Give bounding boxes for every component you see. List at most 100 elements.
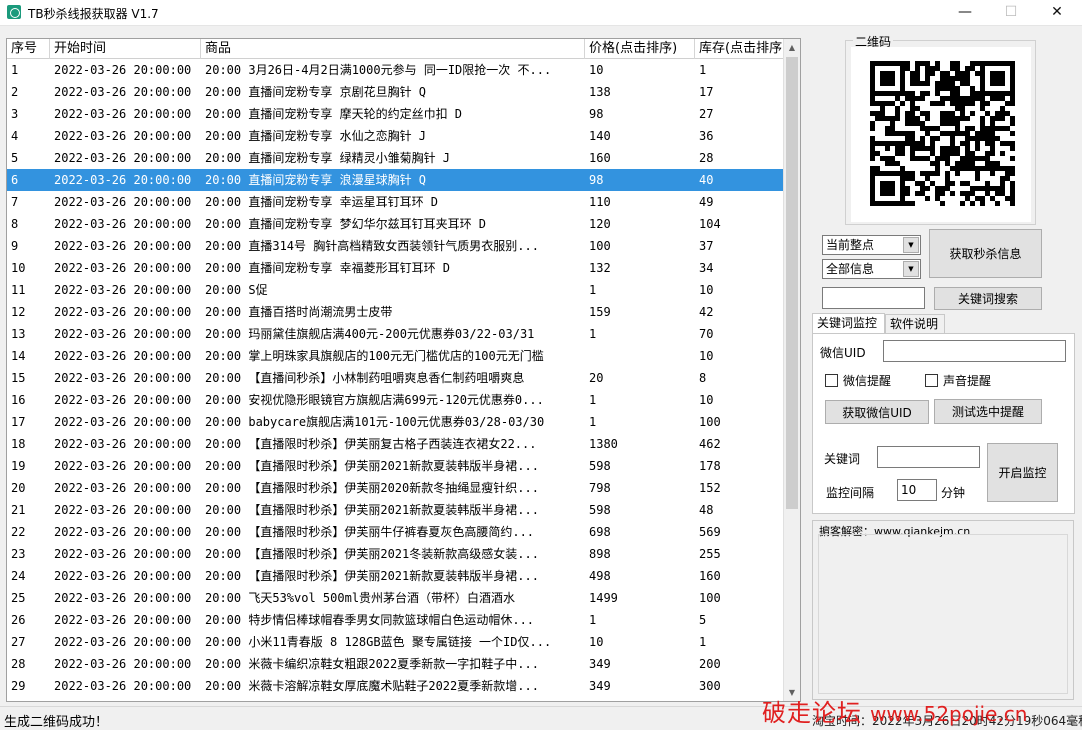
cell-stock: 42 xyxy=(699,305,714,319)
close-button[interactable]: ✕ xyxy=(1034,0,1080,26)
table-row[interactable]: 19 2022-03-26 20:00:00 20:00 【直播限时秒杀】伊芙丽20… xyxy=(7,455,786,477)
keyword-search-input[interactable] xyxy=(822,287,925,309)
cell-start-time: 2022-03-26 20:00:00 xyxy=(54,657,192,671)
cell-product: 20:00 S促 xyxy=(205,283,268,297)
start-monitor-button[interactable]: 开启监控 xyxy=(987,443,1058,502)
table-row[interactable]: 3 2022-03-26 20:00:00 20:00 直播间宠粉专享 摩天轮的约定… xyxy=(7,103,786,125)
header-index[interactable]: 序号 xyxy=(7,39,50,59)
cell-price: 110 xyxy=(589,195,611,209)
cell-stock: 152 xyxy=(699,481,721,495)
table-row[interactable]: 5 2022-03-26 20:00:00 20:00 直播间宠粉专享 绿精灵小雏菊… xyxy=(7,147,786,169)
cell-start-time: 2022-03-26 20:00:00 xyxy=(54,679,192,693)
cell-stock: 40 xyxy=(699,173,714,187)
cell-price: 1499 xyxy=(589,591,618,605)
chevron-down-icon[interactable]: ▼ xyxy=(903,261,919,277)
cell-stock: 569 xyxy=(699,525,721,539)
table-row[interactable]: 6 2022-03-26 20:00:00 20:00 直播间宠粉专享 浪漫星球胸针… xyxy=(7,169,786,191)
header-start-time[interactable]: 开始时间 xyxy=(50,39,201,59)
cell-stock: 104 xyxy=(699,217,721,231)
get-wechat-uid-button[interactable]: 获取微信UID xyxy=(825,400,929,424)
table-row[interactable]: 29 2022-03-26 20:00:00 20:00 米薇卡溶解凉鞋女厚底魔术贴… xyxy=(7,675,786,697)
cell-product: 20:00 babycare旗舰店满101元-100元优惠券03/28-03/3… xyxy=(205,415,545,429)
cell-product: 20:00 安视优隐形眼镜官方旗舰店满699元-120元优惠券0... xyxy=(205,393,544,407)
table-row[interactable]: 26 2022-03-26 20:00:00 20:00 特步情侣棒球帽春季男女同款… xyxy=(7,609,786,631)
table-row[interactable]: 4 2022-03-26 20:00:00 20:00 直播间宠粉专享 水仙之恋胸针… xyxy=(7,125,786,147)
cell-index: 13 xyxy=(11,327,26,341)
cell-index: 26 xyxy=(11,613,26,627)
vertical-scrollbar[interactable]: ▲ ▼ xyxy=(783,39,800,701)
interval-label: 监控间隔 xyxy=(826,486,875,500)
table-row[interactable]: 1 2022-03-26 20:00:00 20:00 3月26日-4月2日满100… xyxy=(7,59,786,81)
status-message: 生成二维码成功！ xyxy=(4,715,109,730)
cell-stock: 255 xyxy=(699,547,721,561)
table-row[interactable]: 23 2022-03-26 20:00:00 20:00 【直播限时秒杀】伊芙丽20… xyxy=(7,543,786,565)
table-row[interactable]: 12 2022-03-26 20:00:00 20:00 直播百搭时尚潮流男士皮带 1… xyxy=(7,301,786,323)
chevron-down-icon[interactable]: ▼ xyxy=(903,237,919,253)
tab-keyword-monitor[interactable]: 关键词监控 xyxy=(812,313,885,334)
table-row[interactable]: 20 2022-03-26 20:00:00 20:00 【直播限时秒杀】伊芙丽20… xyxy=(7,477,786,499)
cell-start-time: 2022-03-26 20:00:00 xyxy=(54,327,192,341)
table-row[interactable]: 14 2022-03-26 20:00:00 20:00 掌上明珠家具旗舰店的100… xyxy=(7,345,786,367)
scroll-up-arrow-icon[interactable]: ▲ xyxy=(784,39,800,56)
cell-start-time: 2022-03-26 20:00:00 xyxy=(54,305,192,319)
wechat-remind-checkbox[interactable] xyxy=(825,374,838,387)
table-row[interactable]: 8 2022-03-26 20:00:00 20:00 直播间宠粉专享 梦幻华尔兹耳… xyxy=(7,213,786,235)
cell-stock: 34 xyxy=(699,261,714,275)
cell-price: 349 xyxy=(589,679,611,693)
cell-product: 20:00 直播间宠粉专享 幸运星耳钉耳环 D xyxy=(205,195,439,209)
cell-start-time: 2022-03-26 20:00:00 xyxy=(54,349,192,363)
table-row[interactable]: 17 2022-03-26 20:00:00 20:00 babycare旗舰店满1… xyxy=(7,411,786,433)
info-select[interactable]: 全部信息 ▼ xyxy=(822,259,921,279)
cell-start-time: 2022-03-26 20:00:00 xyxy=(54,371,192,385)
interval-input[interactable]: 10 xyxy=(897,479,937,501)
table-row[interactable]: 25 2022-03-26 20:00:00 20:00 飞天53%vol 500m… xyxy=(7,587,786,609)
table-row[interactable]: 24 2022-03-26 20:00:00 20:00 【直播限时秒杀】伊芙丽20… xyxy=(7,565,786,587)
cell-stock: 5 xyxy=(699,613,707,627)
time-select[interactable]: 当前整点 ▼ xyxy=(822,235,921,255)
keyword-input[interactable] xyxy=(877,446,980,468)
sound-remind-checkbox[interactable] xyxy=(925,374,938,387)
table-row[interactable]: 10 2022-03-26 20:00:00 20:00 直播间宠粉专享 幸福菱形耳… xyxy=(7,257,786,279)
table-row[interactable]: 11 2022-03-26 20:00:00 20:00 S促 1 10 xyxy=(7,279,786,301)
table-row[interactable]: 16 2022-03-26 20:00:00 20:00 安视优隐形眼镜官方旗舰店满… xyxy=(7,389,786,411)
maximize-button[interactable]: ☐ xyxy=(988,0,1034,26)
minimize-button[interactable]: — xyxy=(942,0,988,26)
cell-index: 16 xyxy=(11,393,26,407)
tab-software-info[interactable]: 软件说明 xyxy=(885,314,945,334)
cell-index: 14 xyxy=(11,349,26,363)
cell-index: 17 xyxy=(11,415,26,429)
cell-stock: 1 xyxy=(699,63,707,77)
table-row[interactable]: 2 2022-03-26 20:00:00 20:00 直播间宠粉专享 京剧花旦胸针… xyxy=(7,81,786,103)
cell-index: 21 xyxy=(11,503,26,517)
scroll-thumb[interactable] xyxy=(786,57,798,509)
cell-start-time: 2022-03-26 20:00:00 xyxy=(54,415,192,429)
table-row[interactable]: 7 2022-03-26 20:00:00 20:00 直播间宠粉专享 幸运星耳钉耳… xyxy=(7,191,786,213)
header-stock-sort[interactable]: 库存(点击排序) xyxy=(695,39,797,59)
cell-product: 20:00 直播间宠粉专享 水仙之恋胸针 J xyxy=(205,129,427,143)
header-price-sort[interactable]: 价格(点击排序) xyxy=(585,39,695,59)
cell-product: 20:00 3月26日-4月2日满1000元参与 同一ID限抢一次 不... xyxy=(205,63,552,77)
header-product[interactable]: 商品 xyxy=(201,39,585,59)
table-row[interactable]: 27 2022-03-26 20:00:00 20:00 小米11青春版 8 128… xyxy=(7,631,786,653)
table-row[interactable]: 21 2022-03-26 20:00:00 20:00 【直播限时秒杀】伊芙丽20… xyxy=(7,499,786,521)
table-row[interactable]: 13 2022-03-26 20:00:00 20:00 玛丽黛佳旗舰店满400元-… xyxy=(7,323,786,345)
table-row[interactable]: 22 2022-03-26 20:00:00 20:00 【直播限时秒杀】伊芙丽牛仔… xyxy=(7,521,786,543)
wechat-uid-input[interactable] xyxy=(883,340,1066,362)
cell-product: 20:00 米薇卡编织凉鞋女粗跟2022夏季新款一字扣鞋子中... xyxy=(205,657,539,671)
cell-index: 28 xyxy=(11,657,26,671)
keyword-search-button[interactable]: 关键词搜索 xyxy=(934,287,1042,310)
fetch-flash-sale-button[interactable]: 获取秒杀信息 xyxy=(929,229,1042,278)
cell-stock: 178 xyxy=(699,459,721,473)
table-row[interactable]: 18 2022-03-26 20:00:00 20:00 【直播限时秒杀】伊芙丽复古… xyxy=(7,433,786,455)
cell-price: 98 xyxy=(589,173,604,187)
test-selected-remind-button[interactable]: 测试选中提醒 xyxy=(934,399,1042,424)
cell-start-time: 2022-03-26 20:00:00 xyxy=(54,63,192,77)
flash-sale-table[interactable]: 序号 开始时间 商品 价格(点击排序) 库存(点击排序) 1 2022-03-26… xyxy=(6,38,801,702)
table-row[interactable]: 15 2022-03-26 20:00:00 20:00 【直播间秒杀】小林制药咀嚼… xyxy=(7,367,786,389)
info-select-value: 全部信息 xyxy=(826,262,875,276)
table-row[interactable]: 9 2022-03-26 20:00:00 20:00 直播314号 胸针高档精致女… xyxy=(7,235,786,257)
table-row[interactable]: 28 2022-03-26 20:00:00 20:00 米薇卡编织凉鞋女粗跟202… xyxy=(7,653,786,675)
cell-stock: 462 xyxy=(699,437,721,451)
cell-index: 3 xyxy=(11,107,19,121)
cell-product: 20:00 直播百搭时尚潮流男士皮带 xyxy=(205,305,393,319)
